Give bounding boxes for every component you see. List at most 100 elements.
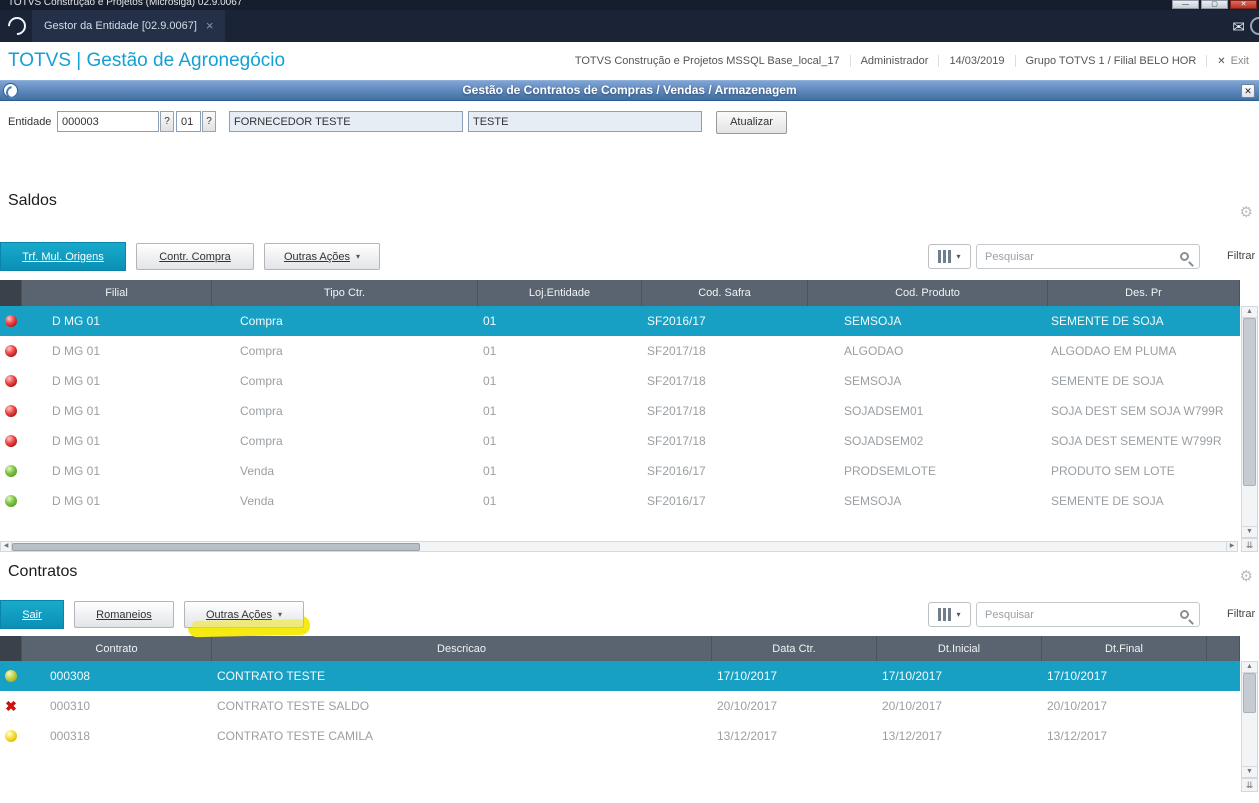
status-cell — [0, 405, 22, 417]
scroll-left-icon[interactable]: ◀ — [0, 541, 12, 552]
contr-compra-button[interactable]: Contr. Compra — [136, 243, 254, 270]
table-row[interactable]: D MG 01 Compra 01 SF2017/18 ALGODAO ALGO… — [0, 336, 1240, 366]
store-code-input[interactable] — [176, 111, 201, 132]
status-cell — [0, 375, 22, 387]
dialog-close-button[interactable]: ✕ — [1241, 84, 1255, 98]
window-title: TOTVS Construção e Projetos (Microsiga) … — [8, 0, 243, 8]
contratos-filter-link[interactable]: Filtrar — [1227, 608, 1255, 620]
status-cell — [0, 315, 22, 327]
tab-close-icon[interactable]: × — [206, 19, 214, 32]
status-icon — [5, 375, 17, 387]
saldos-toolbar: Trf. Mul. Origens Contr. Compra Outras A… — [0, 242, 1259, 272]
scroll-down-icon[interactable]: ▼ — [1241, 526, 1258, 538]
contratos-search-input[interactable] — [977, 608, 1180, 621]
cell-tipo: Venda — [240, 464, 275, 478]
entity-shortname-field — [468, 111, 702, 132]
table-row[interactable]: ✖ 000310 CONTRATO TESTE SALDO 20/10/2017… — [0, 691, 1240, 721]
table-row[interactable]: 000318 CONTRATO TESTE CAMILA 13/12/2017 … — [0, 721, 1240, 751]
scroll-down-icon[interactable]: ▼ — [1241, 766, 1258, 778]
saldos-horizontal-scrollbar: ◀ ▶ — [0, 541, 1238, 552]
column-header[interactable]: Contrato — [22, 636, 212, 661]
scroll-thumb[interactable] — [1243, 673, 1256, 713]
scroll-thumb[interactable] — [1243, 318, 1256, 486]
scroll-track[interactable] — [12, 541, 1226, 552]
contratos-gear-icon[interactable]: ⚙ — [1240, 567, 1253, 585]
saldos-gear-icon[interactable]: ⚙ — [1240, 203, 1253, 221]
column-header[interactable]: Cod. Produto — [808, 280, 1048, 306]
entity-lookup-button[interactable]: ? — [160, 111, 174, 132]
sair-button[interactable]: Sair — [0, 600, 64, 629]
refresh-button[interactable]: Atualizar — [716, 111, 787, 134]
scroll-thumb[interactable] — [12, 543, 420, 551]
table-row[interactable]: D MG 01 Venda 01 SF2016/17 SEMSOJA SEMEN… — [0, 486, 1240, 516]
contratos-section-title: Contratos — [8, 563, 78, 580]
columns-icon — [938, 608, 952, 621]
cell-descricao: SEMENTE DE SOJA — [1051, 494, 1164, 508]
store-lookup-button[interactable]: ? — [202, 111, 216, 132]
cell-dt-final: 20/10/2017 — [1047, 699, 1108, 713]
saldos-filter-link[interactable]: Filtrar — [1227, 250, 1255, 262]
scroll-up-icon[interactable]: ▲ — [1241, 306, 1258, 318]
cell-descricao: SEMENTE DE SOJA — [1051, 374, 1164, 388]
scroll-up-icon[interactable]: ▲ — [1241, 661, 1258, 673]
column-header[interactable]: Des. Pr — [1048, 280, 1240, 306]
column-header[interactable]: Dt.Final — [1042, 636, 1207, 661]
scroll-track[interactable] — [1241, 673, 1258, 766]
status-cell — [0, 670, 22, 682]
cell-produto: SEMSOJA — [844, 374, 902, 388]
close-button[interactable]: ✕ — [1230, 0, 1257, 9]
scroll-jump-down-icon[interactable]: ⇊ — [1241, 778, 1258, 792]
column-header-empty — [1207, 636, 1240, 661]
table-row[interactable]: D MG 01 Compra 01 SF2017/18 SOJADSEM02 S… — [0, 426, 1240, 456]
scroll-right-icon[interactable]: ▶ — [1226, 541, 1238, 552]
romaneios-button[interactable]: Romaneios — [74, 601, 174, 628]
status-icon — [5, 730, 17, 742]
column-header[interactable]: Descricao — [212, 636, 712, 661]
yellow-highlight-annotation-overlay — [191, 619, 305, 631]
x-status-icon: ✖ — [5, 700, 17, 712]
column-header[interactable]: Cod. Safra — [642, 280, 808, 306]
column-header[interactable]: Filial — [22, 280, 212, 306]
column-header[interactable]: Dt.Inicial — [877, 636, 1042, 661]
cell-filial: D MG 01 — [52, 314, 101, 328]
cell-data-ctr: 13/12/2017 — [717, 729, 778, 743]
contratos-search-box — [976, 602, 1200, 627]
cell-safra: SF2017/18 — [647, 344, 706, 358]
saldos-column-config-button[interactable]: ▾ — [928, 244, 971, 269]
cell-filial: D MG 01 — [52, 344, 101, 358]
contratos-vertical-scrollbar: ▲ ▼ ⇊ — [1241, 661, 1258, 792]
scroll-track[interactable] — [1241, 318, 1258, 526]
contratos-column-config-button[interactable]: ▾ — [928, 602, 971, 627]
saldos-search-input[interactable] — [977, 250, 1180, 263]
exit-button[interactable]: ✕ Exit — [1207, 55, 1255, 67]
cell-filial: D MG 01 — [52, 374, 101, 388]
entity-code-input[interactable] — [57, 111, 159, 132]
column-header[interactable]: Loj.Entidade — [478, 280, 642, 306]
column-header[interactable]: Data Ctr. — [712, 636, 877, 661]
scroll-jump-down-icon[interactable]: ⇊ — [1241, 538, 1258, 552]
maximize-button[interactable]: ▢ — [1201, 0, 1228, 9]
table-row[interactable]: D MG 01 Venda 01 SF2016/17 PRODSEMLOTE P… — [0, 456, 1240, 486]
status-icon — [5, 405, 17, 417]
column-header[interactable]: Tipo Ctr. — [212, 280, 478, 306]
search-icon[interactable] — [1180, 610, 1189, 619]
mail-icon[interactable]: ✉ — [1232, 18, 1245, 36]
cell-filial: D MG 01 — [52, 434, 101, 448]
trf-mul-origens-button[interactable]: Trf. Mul. Origens — [0, 242, 126, 271]
contratos-table: Contrato Descricao Data Ctr. Dt.Inicial … — [0, 636, 1240, 751]
cell-tipo: Venda — [240, 494, 275, 508]
table-row[interactable]: D MG 01 Compra 01 SF2017/18 SEMSOJA SEME… — [0, 366, 1240, 396]
minimize-button[interactable]: — — [1172, 0, 1199, 9]
table-row[interactable]: 000308 CONTRATO TESTE 17/10/2017 17/10/2… — [0, 661, 1240, 691]
status-cell — [0, 345, 22, 357]
environment-label: TOTVS Construção e Projetos MSSQL Base_l… — [565, 55, 851, 67]
cell-produto: SOJADSEM02 — [844, 434, 924, 448]
status-icon — [5, 495, 17, 507]
table-row[interactable]: D MG 01 Compra 01 SF2016/17 SEMSOJA SEME… — [0, 306, 1240, 336]
cell-descricao: SOJA DEST SEMENTE W799R — [1051, 434, 1222, 448]
saldos-outras-acoes-button[interactable]: Outras Ações ▾ — [264, 243, 380, 270]
tab-gestor-entidade[interactable]: Gestor da Entidade [02.9.0067] × — [32, 10, 226, 42]
search-icon[interactable] — [1180, 252, 1189, 261]
branch-label: Grupo TOTVS 1 / Filial BELO HOR — [1016, 55, 1208, 67]
table-row[interactable]: D MG 01 Compra 01 SF2017/18 SOJADSEM01 S… — [0, 396, 1240, 426]
